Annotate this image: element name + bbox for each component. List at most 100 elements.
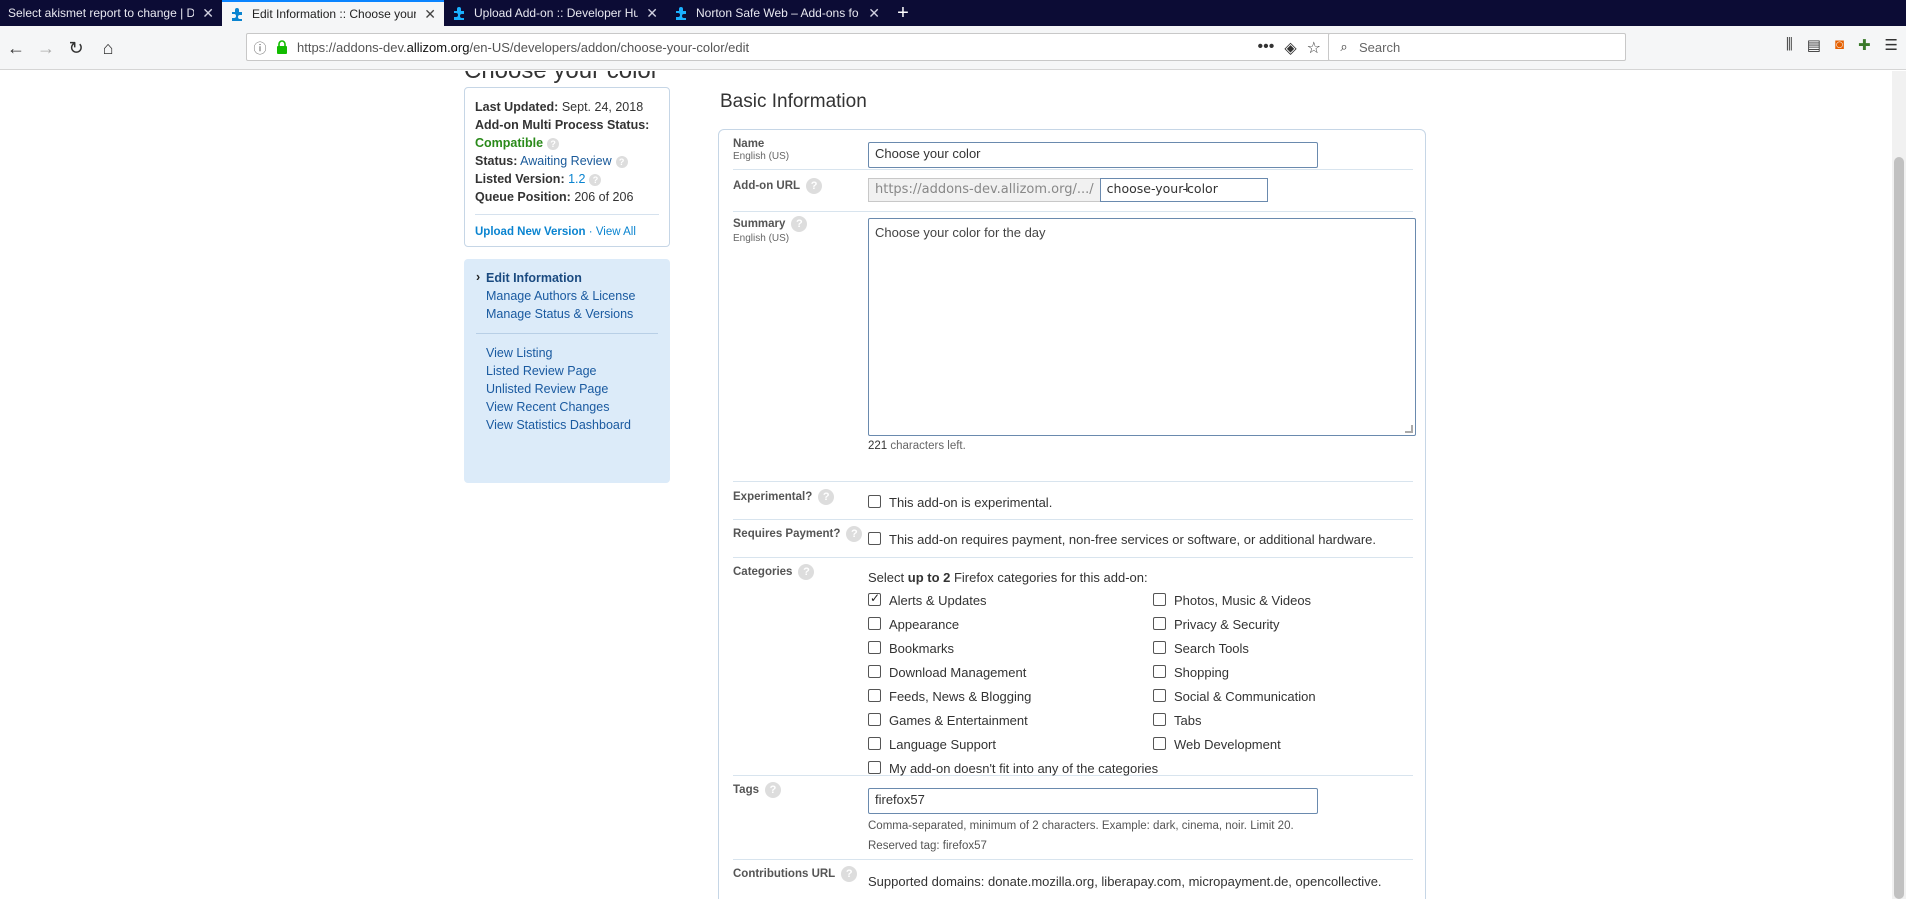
category-checkbox[interactable] xyxy=(868,713,881,727)
experimental-checkbox[interactable] xyxy=(868,495,881,509)
back-arrow-icon[interactable]: ← xyxy=(4,36,28,60)
listed-version-link[interactable]: 1.2 xyxy=(568,172,585,186)
more-icon[interactable]: ••• xyxy=(1258,38,1275,58)
sidebar-item-statistics[interactable]: View Statistics Dashboard xyxy=(476,416,658,434)
category-search-tools[interactable]: Search Tools xyxy=(1153,641,1249,656)
scrollbar-thumb[interactable] xyxy=(1894,157,1904,899)
category-language-support[interactable]: Language Support xyxy=(868,737,996,752)
category-checkbox[interactable] xyxy=(1153,713,1166,727)
help-icon[interactable]: ? xyxy=(841,866,858,882)
help-icon[interactable]: ? xyxy=(791,216,808,232)
sidebar-icon[interactable]: ▤ xyxy=(1807,36,1821,54)
last-updated-value: Sept. 24, 2018 xyxy=(561,100,644,114)
category-social[interactable]: Social & Communication xyxy=(1153,689,1316,704)
name-label-text: Name xyxy=(733,138,765,150)
category-checkbox[interactable] xyxy=(868,737,881,751)
category-checkbox[interactable] xyxy=(868,761,881,775)
name-field[interactable]: Choose your color xyxy=(868,142,1318,168)
queue-value: 206 of 206 xyxy=(574,190,634,204)
category-checkbox[interactable] xyxy=(1153,665,1166,679)
category-checkbox[interactable] xyxy=(1153,689,1166,703)
category-checkbox[interactable] xyxy=(868,641,881,655)
close-icon[interactable]: ✕ xyxy=(194,5,214,22)
sidebar-item-recent-changes[interactable]: View Recent Changes xyxy=(476,398,658,416)
payment-checkbox[interactable] xyxy=(868,532,881,546)
search-input[interactable]: ⌕ Search xyxy=(1328,33,1626,61)
category-games[interactable]: Games & Entertainment xyxy=(868,713,1028,728)
category-checkbox[interactable] xyxy=(1153,593,1166,607)
chars-left-text: characters left. xyxy=(890,440,966,452)
home-icon[interactable]: ⌂ xyxy=(96,36,120,60)
category-bookmarks[interactable]: Bookmarks xyxy=(868,641,954,656)
forward-arrow-icon[interactable]: → xyxy=(34,36,58,60)
help-icon[interactable]: ? xyxy=(547,137,560,150)
category-checkbox[interactable] xyxy=(868,591,881,607)
reload-icon[interactable]: ↻ xyxy=(64,36,88,60)
summary-textarea[interactable]: Choose your color for the day xyxy=(868,218,1416,436)
tab-akismet[interactable]: Select akismet report to change | D ✕ xyxy=(0,0,222,26)
close-icon[interactable]: ✕ xyxy=(860,5,880,22)
library-icon[interactable]: ⫼ xyxy=(1786,36,1793,54)
tab-title: Norton Safe Web – Add-ons fo xyxy=(696,6,859,20)
category-tabs[interactable]: Tabs xyxy=(1153,713,1201,728)
category-appearance[interactable]: Appearance xyxy=(868,617,959,632)
close-icon[interactable]: ✕ xyxy=(416,6,436,23)
category-photos-music[interactable]: Photos, Music & Videos xyxy=(1153,593,1311,608)
category-checkbox[interactable] xyxy=(1153,617,1166,631)
upload-new-version-link[interactable]: Upload New Version xyxy=(475,226,586,238)
help-icon[interactable]: ? xyxy=(615,155,628,168)
help-icon[interactable]: ? xyxy=(846,526,863,542)
tags-input[interactable]: firefox57 xyxy=(868,788,1318,814)
category-other[interactable]: My add-on doesn't fit into any of the ca… xyxy=(868,761,1158,776)
category-feeds-news[interactable]: Feeds, News & Blogging xyxy=(868,689,1031,704)
category-shopping[interactable]: Shopping xyxy=(1153,665,1229,680)
screenshot-icon[interactable]: ◙ xyxy=(1835,36,1844,54)
close-icon[interactable]: ✕ xyxy=(638,5,658,22)
search-placeholder: Search xyxy=(1359,39,1401,55)
lock-icon[interactable] xyxy=(273,40,291,54)
sidebar-item-unlisted-review[interactable]: Unlisted Review Page xyxy=(476,380,658,398)
extensions-icon[interactable]: ✚ xyxy=(1858,36,1871,54)
view-all-link[interactable]: View All xyxy=(596,226,636,238)
help-icon[interactable]: ? xyxy=(818,489,835,505)
category-checkbox[interactable] xyxy=(868,617,881,631)
help-icon[interactable]: ? xyxy=(806,178,823,194)
category-label: Social & Communication xyxy=(1174,689,1316,704)
help-icon[interactable]: ? xyxy=(798,564,815,580)
sidebar-item-manage-authors[interactable]: Manage Authors & License xyxy=(476,287,658,305)
sidebar-item-manage-status[interactable]: Manage Status & Versions xyxy=(476,305,658,323)
pocket-icon[interactable]: ◈ xyxy=(1284,38,1296,58)
category-checkbox[interactable] xyxy=(868,689,881,703)
category-web-development[interactable]: Web Development xyxy=(1153,737,1281,752)
summary-text: Choose your color for the day xyxy=(875,225,1046,240)
tab-edit-information[interactable]: Edit Information :: Choose your ✕ xyxy=(222,0,444,26)
help-icon[interactable]: ? xyxy=(589,173,602,186)
url-slug-input[interactable]: choose-your-color xyxy=(1099,178,1268,202)
category-download-management[interactable]: Download Management xyxy=(868,665,1026,680)
sidebar-item-listed-review[interactable]: Listed Review Page xyxy=(476,362,658,380)
new-tab-button[interactable]: + xyxy=(888,0,918,26)
sidebar-item-edit-information[interactable]: Edit Information xyxy=(476,268,658,287)
status-value[interactable]: Awaiting Review xyxy=(520,154,611,168)
menu-icon[interactable]: ☰ xyxy=(1885,36,1898,54)
category-checkbox[interactable] xyxy=(1153,641,1166,655)
sidebar-item-view-listing[interactable]: View Listing xyxy=(476,344,658,362)
vertical-scrollbar[interactable] xyxy=(1892,71,1906,899)
resize-grip-icon[interactable] xyxy=(1405,425,1413,433)
name-label: Name English (US) xyxy=(733,138,789,162)
bookmark-star-icon[interactable]: ☆ xyxy=(1307,38,1321,58)
category-alerts-updates[interactable]: Alerts & Updates xyxy=(868,591,987,608)
help-icon[interactable]: ? xyxy=(765,782,781,798)
category-checkbox[interactable] xyxy=(1153,737,1166,751)
payment-row: Requires Payment?? This add-on requires … xyxy=(733,520,1413,558)
tab-upload-addon[interactable]: Upload Add-on :: Developer Hu ✕ xyxy=(444,0,666,26)
category-label: Feeds, News & Blogging xyxy=(889,689,1032,704)
tab-norton[interactable]: Norton Safe Web – Add-ons fo ✕ xyxy=(666,0,888,26)
category-checkbox[interactable] xyxy=(868,665,881,679)
address-bar[interactable]: ⓘ https://addons-dev.allizom.org/en-US/d… xyxy=(246,33,1330,61)
site-info-icon[interactable]: ⓘ xyxy=(247,38,273,57)
category-label: Privacy & Security xyxy=(1174,617,1280,632)
category-privacy-security[interactable]: Privacy & Security xyxy=(1153,617,1279,632)
tab-title: Upload Add-on :: Developer Hu xyxy=(474,6,639,20)
last-updated-label: Last Updated: xyxy=(475,100,559,114)
